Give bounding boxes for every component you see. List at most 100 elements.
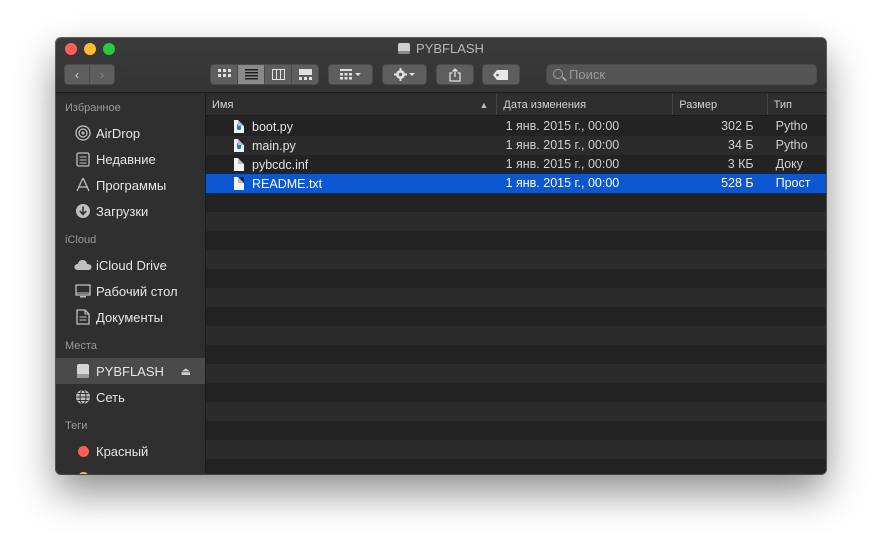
- empty-row: [206, 193, 826, 212]
- action-button[interactable]: [382, 64, 427, 85]
- share-icon: [449, 67, 461, 82]
- file-size: 528 Б: [721, 176, 754, 190]
- sidebar-item-recents[interactable]: Недавние: [56, 146, 205, 172]
- file-name-cell: README.txt: [206, 174, 498, 193]
- empty-row: [206, 459, 826, 474]
- eject-icon[interactable]: ⏏: [181, 365, 191, 378]
- sidebar-item-downloads[interactable]: Загрузки: [56, 198, 205, 224]
- sidebar-item-documents[interactable]: Документы: [56, 304, 205, 330]
- sidebar-item-label: Недавние: [96, 151, 156, 167]
- document-file-icon: [234, 158, 244, 171]
- sidebar-item-tag-orange[interactable]: [56, 464, 205, 474]
- applications-icon: [74, 177, 92, 193]
- share-button[interactable]: [436, 64, 474, 85]
- column-header-size[interactable]: Размер: [673, 94, 768, 115]
- window-title-text: PYBFLASH: [416, 41, 484, 56]
- empty-row: [206, 212, 826, 231]
- file-row[interactable]: pybcdc.inf 1 янв. 2015 г., 00:00 3 КБ Доку: [206, 155, 826, 174]
- empty-row: [206, 250, 826, 269]
- empty-row: [206, 269, 826, 288]
- search-field[interactable]: Поиск: [546, 64, 817, 85]
- file-name-cell: pybcdc.inf: [206, 155, 498, 174]
- columns-icon: [271, 69, 285, 80]
- icon-view-button[interactable]: [211, 65, 238, 84]
- column-header-date[interactable]: Дата изменения: [497, 94, 674, 115]
- orange-tag-icon: [74, 469, 92, 474]
- empty-row: [206, 421, 826, 440]
- column-header-type[interactable]: Тип: [768, 94, 826, 115]
- sidebar-item-pybflash[interactable]: PYBFLASH ⏏: [56, 358, 205, 384]
- file-name: main.py: [252, 138, 296, 153]
- documents-icon: [74, 309, 92, 325]
- sidebar-item-label: iCloud Drive: [96, 257, 167, 273]
- downloads-icon: [74, 203, 92, 219]
- sidebar-item-desktop[interactable]: Рабочий стол: [56, 278, 205, 304]
- sidebar-item-airdrop[interactable]: AirDrop: [56, 120, 205, 146]
- column-header-name[interactable]: Имя ▲: [206, 94, 498, 115]
- gallery-view-button[interactable]: [292, 65, 318, 84]
- back-button[interactable]: ‹: [65, 68, 89, 82]
- sidebar-item-label: Красный: [96, 443, 149, 459]
- file-type: Pytho: [775, 138, 808, 152]
- sidebar-item-applications[interactable]: Программы: [56, 172, 205, 198]
- file-row[interactable]: boot.py 1 янв. 2015 г., 00:00 302 Б Pytho: [206, 117, 826, 136]
- python-file-icon: [234, 139, 244, 152]
- drive-icon: [398, 43, 411, 54]
- edit-tags-button[interactable]: [482, 64, 520, 85]
- view-mode-buttons: [210, 64, 319, 85]
- empty-row: [206, 326, 826, 345]
- file-list: Имя ▲ Дата изменения Размер Тип boot.py 1 …: [206, 94, 826, 474]
- file-type: Прост: [775, 176, 811, 190]
- airdrop-icon: [74, 125, 92, 141]
- file-row[interactable]: main.py 1 янв. 2015 г., 00:00 34 Б Pytho: [206, 136, 826, 155]
- empty-row: [206, 383, 826, 402]
- file-type: Доку: [775, 157, 804, 171]
- sidebar-item-label: PYBFLASH: [96, 363, 164, 379]
- tag-icon: [493, 69, 508, 80]
- file-date: 1 янв. 2015 г., 00:00: [505, 157, 620, 171]
- sidebar-item-label: Программы: [96, 177, 167, 193]
- arrange-button[interactable]: [328, 64, 373, 85]
- gear-icon: [393, 68, 415, 81]
- file-name-cell: boot.py: [206, 117, 498, 136]
- sidebar-section-places: Места: [65, 340, 97, 352]
- sidebar-section-icloud: iCloud: [65, 234, 97, 246]
- sidebar: Избранное AirDrop Недавние Программы Заг…: [56, 94, 206, 474]
- file-date: 1 янв. 2015 г., 00:00: [505, 119, 620, 133]
- file-row[interactable]: README.txt 1 янв. 2015 г., 00:00 528 Б Прос…: [206, 174, 826, 193]
- empty-row: [206, 440, 826, 459]
- window-title: PYBFLASH: [56, 41, 826, 56]
- recents-icon: [74, 151, 92, 167]
- sidebar-item-label: AirDrop: [96, 125, 141, 141]
- sidebar-item-label: Рабочий стол: [96, 283, 178, 299]
- file-size: 3 КБ: [727, 157, 754, 171]
- sidebar-section-tags: Теги: [65, 420, 88, 432]
- sidebar-item-label: Сеть: [96, 389, 125, 405]
- gallery-icon: [298, 69, 312, 80]
- arrange-icon: [339, 69, 361, 80]
- sidebar-item-label: Загрузки: [96, 203, 149, 219]
- forward-button[interactable]: ›: [90, 68, 114, 82]
- file-name: README.txt: [252, 176, 323, 191]
- empty-row: [206, 231, 826, 250]
- empty-row: [206, 402, 826, 421]
- file-name: boot.py: [252, 119, 294, 134]
- red-tag-icon: [74, 443, 92, 459]
- navigation-buttons: ‹ ›: [64, 64, 115, 85]
- list-view-button[interactable]: [238, 65, 265, 84]
- file-type: Pytho: [775, 119, 808, 133]
- sidebar-item-tag-red[interactable]: Красный: [56, 438, 205, 464]
- column-view-button[interactable]: [265, 65, 292, 84]
- column-header-row: Имя ▲ Дата изменения Размер Тип: [206, 94, 826, 116]
- file-name: pybcdc.inf: [252, 157, 309, 172]
- network-icon: [74, 389, 92, 405]
- grid-icon: [217, 69, 231, 77]
- file-size: 302 Б: [721, 119, 754, 133]
- document-file-icon: [234, 177, 244, 190]
- empty-row: [206, 364, 826, 383]
- cloud-icon: [74, 257, 92, 273]
- sidebar-item-icloud-drive[interactable]: iCloud Drive: [56, 252, 205, 278]
- file-name-cell: main.py: [206, 136, 498, 155]
- empty-row: [206, 307, 826, 326]
- sidebar-item-network[interactable]: Сеть: [56, 384, 205, 410]
